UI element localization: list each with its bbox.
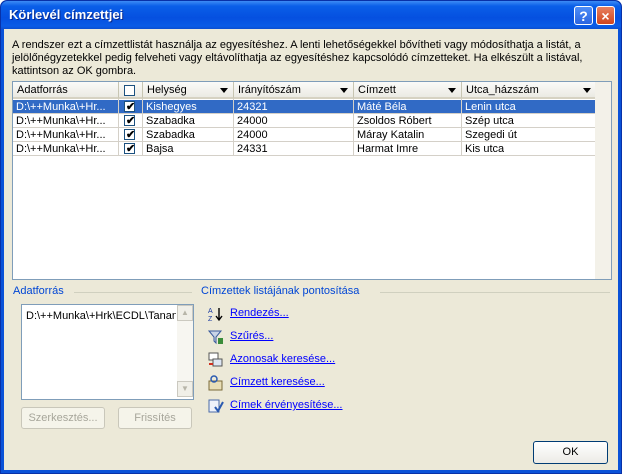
find-duplicates-link[interactable]: Azonosak keresése...: [230, 353, 335, 365]
table-row[interactable]: D:\++Munka\+Hr... ✔ Szabadka 24000 Máray…: [13, 128, 597, 142]
dialog-client: A rendszer ezt a címzettlistát használja…: [4, 29, 618, 470]
grid-line: [461, 99, 462, 155]
column-header-street[interactable]: Utca_házszám: [462, 82, 597, 99]
edit-button[interactable]: Szerkesztés...: [21, 407, 105, 429]
checkmark-icon: ✔: [126, 115, 136, 127]
grid-line: [13, 155, 597, 156]
sort-link[interactable]: Rendezés...: [230, 307, 289, 319]
dropdown-arrow-icon[interactable]: [448, 88, 456, 93]
table-scrollbar[interactable]: [595, 82, 611, 279]
datasource-listbox[interactable]: D:\++Munka\+Hrk\ECDL\Tanan ▲ ▼: [21, 304, 194, 400]
group-separator: [380, 292, 610, 293]
checkmark-icon: ✔: [126, 101, 136, 113]
title-bar[interactable]: Körlevél címzettjei ? ×: [1, 1, 621, 29]
column-header-label: Irányítószám: [238, 84, 301, 96]
table-row[interactable]: D:\++Munka\+Hr... ✔ Szabadka 24000 Zsold…: [13, 114, 597, 128]
find-duplicates-icon: [208, 352, 223, 367]
grid-line: [118, 99, 119, 155]
column-header-label: Címzett: [358, 84, 396, 96]
table-row[interactable]: D:\++Munka\+Hr... ✔ Bajsa 24331 Harmat I…: [13, 142, 597, 156]
row-checkbox[interactable]: ✔: [124, 143, 136, 155]
recipient-table[interactable]: Adatforrás Helység Irányítószám Címzett …: [12, 81, 612, 280]
filter-link[interactable]: Szűrés...: [230, 330, 273, 342]
find-recipient-link[interactable]: Címzett keresése...: [230, 376, 325, 388]
dropdown-arrow-icon[interactable]: [340, 88, 348, 93]
datasource-list-item[interactable]: D:\++Munka\+Hrk\ECDL\Tanan: [26, 310, 176, 322]
grid-line: [233, 99, 234, 155]
row-checkbox[interactable]: ✔: [124, 129, 136, 141]
help-button[interactable]: ?: [574, 6, 593, 25]
dropdown-arrow-icon[interactable]: [583, 88, 591, 93]
scroll-down-icon[interactable]: ▼: [177, 381, 193, 397]
grid-line: [353, 99, 354, 155]
svg-text:Z: Z: [208, 316, 213, 322]
column-header-label: Utca_házszám: [466, 84, 539, 96]
group-separator: [74, 292, 192, 293]
row-checkbox[interactable]: ✔: [124, 101, 136, 113]
listbox-scrollbar[interactable]: ▲ ▼: [177, 305, 193, 397]
grid-line: [13, 113, 597, 114]
column-header-zip[interactable]: Irányítószám: [234, 82, 354, 99]
checkmark-icon: ✔: [126, 143, 136, 155]
sort-az-icon: A Z: [208, 308, 223, 322]
datasource-group-label: Adatforrás: [13, 285, 64, 297]
select-all-checkbox[interactable]: [124, 85, 135, 96]
table-row[interactable]: D:\++Munka\+Hr... ✔ Kishegyes 24321 Máté…: [13, 100, 597, 114]
dropdown-arrow-icon[interactable]: [220, 88, 228, 93]
validate-addresses-icon: [208, 399, 224, 413]
column-header-source[interactable]: Adatforrás: [13, 82, 119, 99]
intro-text: A rendszer ezt a címzettlistát használja…: [12, 39, 583, 77]
validate-addresses-link[interactable]: Címek érvényesítése...: [230, 399, 343, 411]
close-button[interactable]: ×: [596, 6, 615, 25]
grid-line: [13, 127, 597, 128]
filter-icon: [208, 330, 223, 345]
column-header-label: Helység: [147, 84, 187, 96]
refresh-button[interactable]: Frissítés: [118, 407, 192, 429]
column-header-city[interactable]: Helység: [143, 82, 234, 99]
grid-line: [13, 141, 597, 142]
column-header-check[interactable]: [119, 82, 143, 99]
refine-group-label: Címzettek listájának pontosítása: [201, 285, 360, 297]
scroll-up-icon[interactable]: ▲: [177, 305, 193, 321]
dialog-title: Körlevél címzettjei: [9, 7, 124, 22]
svg-text:A: A: [208, 308, 213, 315]
column-header-name[interactable]: Címzett: [354, 82, 462, 99]
row-checkbox[interactable]: ✔: [124, 115, 136, 127]
column-header-label: Adatforrás: [17, 84, 68, 96]
grid-line: [142, 99, 143, 155]
checkmark-icon: ✔: [126, 129, 136, 141]
dialog-window: Körlevél címzettjei ? × A rendszer ezt a…: [0, 0, 622, 474]
ok-button[interactable]: OK: [533, 441, 608, 464]
find-recipient-icon: [208, 375, 223, 391]
